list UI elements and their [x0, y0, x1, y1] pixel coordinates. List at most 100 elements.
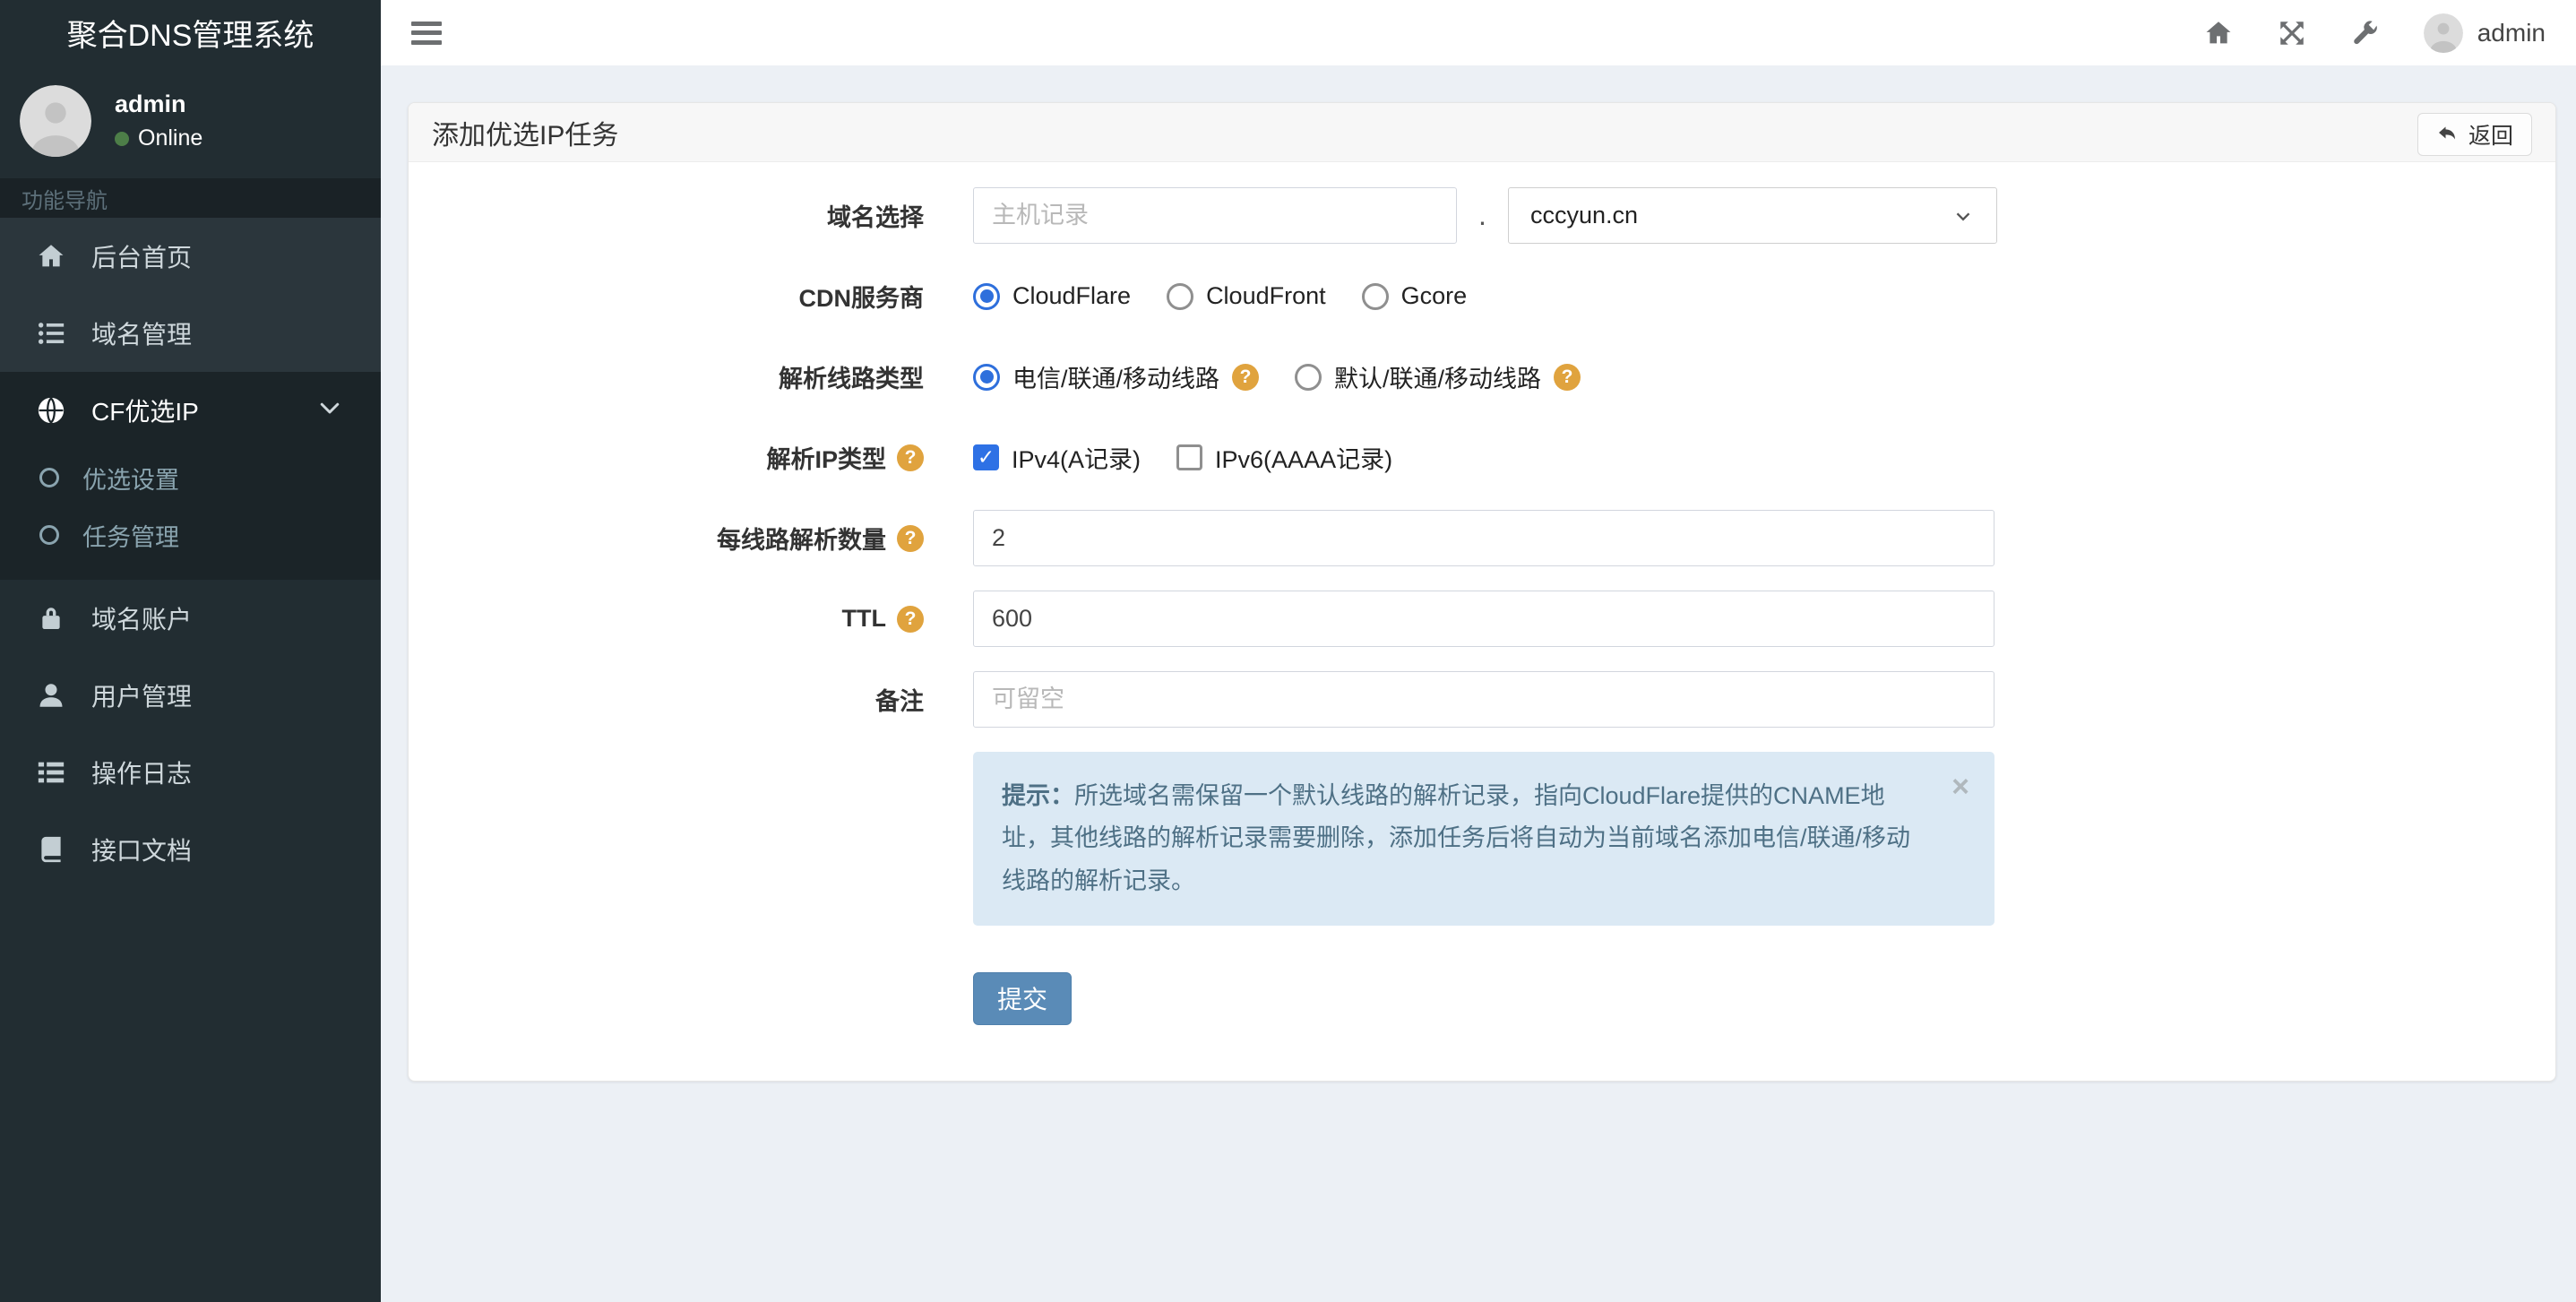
checkbox-ipv6[interactable]: IPv6(AAAA记录) [1176, 440, 1392, 475]
sidebar-item-api-docs[interactable]: 接口文档 [0, 811, 381, 888]
radio-cloudflare[interactable]: CloudFlare [973, 282, 1131, 310]
add-task-form: 域名选择 . cccyun.cn CDN服务商 CloudFlare [409, 162, 2555, 1081]
sidebar-item-label: 接口文档 [91, 837, 193, 865]
reply-icon [2438, 126, 2455, 140]
domain-select[interactable]: cccyun.cn [1508, 187, 1997, 244]
form-row-tip: 提示：所选域名需保留一个默认线路的解析记录，指向CloudFlare提供的CNA… [435, 752, 2529, 970]
form-row-ip-type: 解析IP类型 IPv4(A记录) IPv6(AAAA记录) [435, 429, 2529, 486]
line-type-label: 解析线路类型 [779, 366, 924, 392]
sidebar-item-label: 操作日志 [91, 760, 193, 788]
radio-icon[interactable] [973, 282, 1000, 310]
expand-icon[interactable] [2277, 18, 2307, 48]
form-row-line-type: 解析线路类型 电信/联通/移动线路 默认/联通/移动线路 [435, 349, 2529, 405]
book-icon [36, 834, 66, 865]
remark-input[interactable] [973, 671, 1994, 728]
ttl-input[interactable] [973, 591, 1994, 647]
sidebar: 聚合DNS管理系统 admin Online 功能导航 后台首页 域名管理 CF… [0, 0, 381, 1302]
sidebar-item-domain-accounts[interactable]: 域名账户 [0, 580, 381, 657]
help-icon[interactable] [1232, 363, 1260, 391]
card-header: 添加优选IP任务 返回 [409, 103, 2555, 162]
circle-o-icon [39, 525, 59, 545]
sidebar-item-label: 后台首页 [91, 244, 193, 272]
ttl-label: TTL [435, 605, 973, 633]
help-icon[interactable] [897, 444, 924, 471]
chevron-down-icon [316, 394, 343, 427]
sidebar-item-users[interactable]: 用户管理 [0, 657, 381, 734]
host-record-input[interactable] [973, 187, 1457, 244]
avatar [20, 85, 91, 157]
domain-label: 域名选择 [827, 204, 924, 231]
radio-icon[interactable] [1167, 282, 1194, 310]
remark-label: 备注 [875, 688, 924, 715]
form-row-remark: 备注 [435, 671, 2529, 728]
sidebar-submenu: 优选设置 任务管理 [0, 449, 381, 580]
navbar-user-menu[interactable]: admin [2423, 13, 2546, 53]
sidebar-user-panel: admin Online [0, 65, 381, 178]
sidebar-item-label: 域名账户 [91, 606, 193, 634]
form-row-per-line: 每线路解析数量 [435, 510, 2529, 566]
form-row-ttl: TTL [435, 591, 2529, 647]
sidebar-user-status: Online [115, 125, 202, 151]
sidebar-item-cf-ip[interactable]: CF优选IP [0, 372, 381, 449]
sidebar-item-preferred-settings[interactable]: 优选设置 [0, 449, 381, 506]
radio-icon[interactable] [1295, 363, 1322, 391]
sidebar-item-dashboard[interactable]: 后台首页 [0, 218, 381, 295]
avatar [2423, 13, 2463, 53]
tip-alert-prefix: 提示： [1002, 782, 1074, 809]
domain-select-value: cccyun.cn [1530, 202, 1639, 228]
th-list-icon [36, 757, 66, 788]
radio-default-lines[interactable]: 默认/联通/移动线路 [1295, 359, 1581, 394]
app-title[interactable]: 聚合DNS管理系统 [0, 0, 381, 65]
sidebar-item-label: CF优选IP [91, 398, 199, 426]
checkbox-icon[interactable] [1176, 444, 1203, 470]
sidebar-item-task-management[interactable]: 任务管理 [0, 506, 381, 564]
cdn-label: CDN服务商 [798, 285, 925, 312]
online-status-label: Online [138, 125, 203, 151]
radio-icon[interactable] [1361, 282, 1389, 310]
list-icon [36, 318, 66, 349]
ip-type-label: 解析IP类型 [435, 440, 973, 475]
help-icon[interactable] [897, 524, 924, 552]
chevron-down-icon [1956, 211, 1970, 220]
per-line-label: 每线路解析数量 [435, 521, 973, 556]
sidebar-item-operation-logs[interactable]: 操作日志 [0, 734, 381, 811]
hamburger-icon[interactable] [411, 21, 442, 45]
sidebar-subitem-label: 任务管理 [82, 523, 179, 551]
main-content: 添加优选IP任务 返回 域名选择 . cccyun.cn [381, 65, 2576, 1302]
globe-icon [36, 395, 66, 426]
wrench-icon[interactable] [2350, 18, 2381, 48]
home-icon[interactable] [2203, 18, 2234, 48]
sidebar-group-cf-ip: CF优选IP 优选设置 任务管理 [0, 372, 381, 580]
circle-o-icon [39, 468, 59, 487]
help-icon[interactable] [897, 605, 924, 633]
help-icon[interactable] [1554, 363, 1581, 391]
tip-alert: 提示：所选域名需保留一个默认线路的解析记录，指向CloudFlare提供的CNA… [973, 752, 1994, 926]
close-icon[interactable]: × [1951, 772, 1969, 802]
radio-icon[interactable] [973, 363, 1000, 391]
form-row-domain: 域名选择 . cccyun.cn [435, 187, 2529, 244]
user-icon [36, 680, 66, 711]
online-status-icon [115, 131, 129, 146]
form-row-submit: 提交 [435, 970, 2529, 1027]
tip-alert-text: 所选域名需保留一个默认线路的解析记录，指向CloudFlare提供的CNAME地… [1002, 782, 1911, 894]
back-button[interactable]: 返回 [2417, 113, 2532, 156]
sidebar-item-label: 用户管理 [91, 683, 193, 711]
sidebar-subitem-label: 优选设置 [82, 466, 179, 494]
navbar-username: admin [2477, 18, 2546, 47]
radio-gcore[interactable]: Gcore [1361, 282, 1467, 310]
sidebar-menu: 后台首页 域名管理 CF优选IP 优选设置 任务管理 域名账户 用户管理 操作日… [0, 218, 381, 888]
submit-button[interactable]: 提交 [973, 971, 1073, 1025]
form-row-cdn: CDN服务商 CloudFlare CloudFront Gcore [435, 268, 2529, 324]
home-icon [36, 241, 66, 272]
per-line-count-input[interactable] [973, 510, 1994, 566]
add-task-card: 添加优选IP任务 返回 域名选择 . cccyun.cn [408, 102, 2556, 1082]
sidebar-item-domains[interactable]: 域名管理 [0, 295, 381, 372]
checkbox-icon[interactable] [973, 444, 999, 470]
sidebar-username: admin [115, 91, 186, 117]
radio-isp-lines[interactable]: 电信/联通/移动线路 [973, 359, 1260, 394]
top-navbar: admin [381, 0, 2576, 65]
page-title: 添加优选IP任务 [432, 120, 619, 151]
radio-cloudfront[interactable]: CloudFront [1167, 282, 1326, 310]
sidebar-item-label: 域名管理 [91, 321, 193, 349]
checkbox-ipv4[interactable]: IPv4(A记录) [973, 440, 1141, 475]
